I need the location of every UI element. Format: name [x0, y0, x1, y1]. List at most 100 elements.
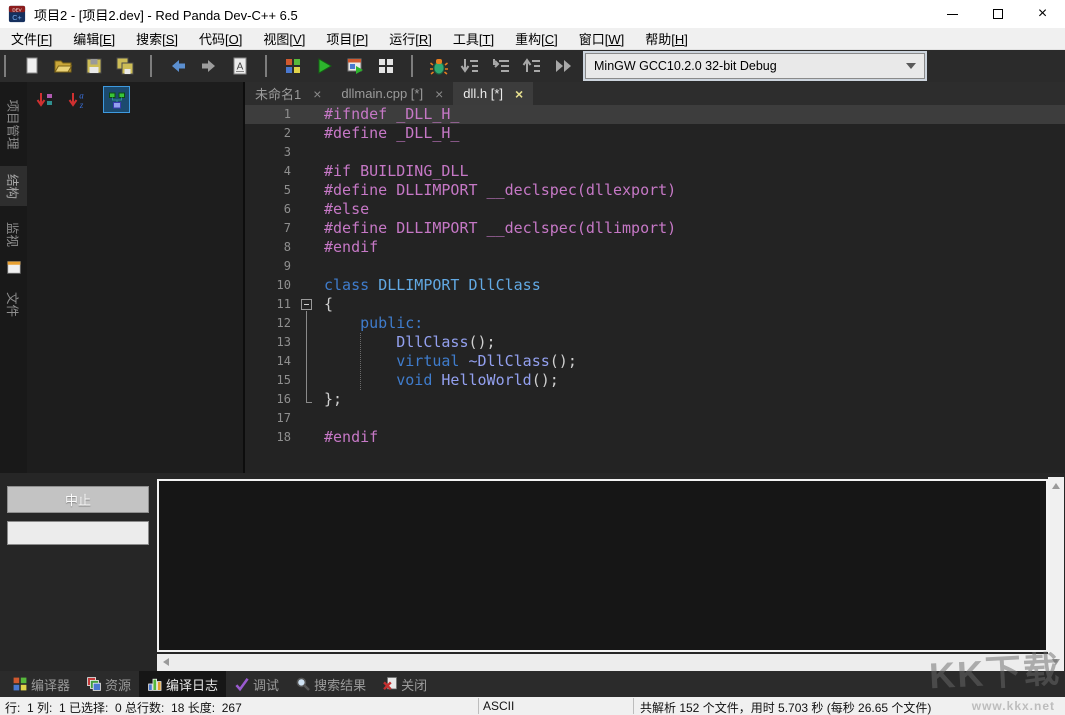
code-area[interactable]: 1#ifndef _DLL_H_2#define _DLL_H_34#if BU…	[245, 105, 1065, 473]
tab-close-icon[interactable]: ×	[435, 86, 443, 102]
sidebar-tab-watch[interactable]: 监视	[0, 214, 27, 254]
fold-gutter	[297, 428, 317, 447]
line-number: 3	[245, 143, 297, 162]
code-line[interactable]: 18#endif	[245, 428, 1065, 447]
code-line[interactable]: 3	[245, 143, 1065, 162]
maximize-button[interactable]	[975, 0, 1020, 28]
save-button[interactable]	[80, 53, 107, 80]
back-button[interactable]	[164, 53, 191, 80]
step-out-button[interactable]	[518, 53, 545, 80]
menu-item-s[interactable]: 搜索[S]	[129, 27, 185, 50]
code-line[interactable]: 8#endif	[245, 238, 1065, 257]
scroll-down-icon[interactable]	[1052, 659, 1060, 665]
editor-tab-untitled1[interactable]: 未命名1×	[245, 82, 331, 105]
minimize-button[interactable]	[930, 0, 975, 28]
continue-button[interactable]	[549, 53, 576, 80]
menu-item-p[interactable]: 项目[P]	[319, 27, 375, 50]
code-line[interactable]: 4#if BUILDING_DLL	[245, 162, 1065, 181]
line-number: 4	[245, 162, 297, 181]
forward-button[interactable]	[195, 53, 222, 80]
step-into-icon	[491, 56, 511, 76]
code-line[interactable]: 13 DllClass();	[245, 333, 1065, 352]
code-line[interactable]: 7#define DLLIMPORT __declspec(dllimport)	[245, 219, 1065, 238]
menu-item-c[interactable]: 重构[C]	[508, 27, 565, 50]
debug-button[interactable]	[425, 53, 452, 80]
step-into-button[interactable]	[487, 53, 514, 80]
compile-icon	[283, 56, 303, 76]
menu-item-w[interactable]: 窗口[W]	[572, 27, 632, 50]
code-line[interactable]: 16};	[245, 390, 1065, 409]
toolbar-group	[261, 50, 407, 82]
bottom-tab-label: 调试	[253, 675, 279, 694]
tab-close-icon[interactable]: ×	[515, 86, 523, 102]
bottom-tabstrip: 编译器资源编译日志 调试搜索结果关闭	[0, 671, 1065, 697]
code-line[interactable]: 15 void HelloWorld();	[245, 371, 1065, 390]
editor-tab-dll-h[interactable]: dll.h [*]×	[453, 82, 533, 105]
encoding-status: ASCII	[483, 699, 514, 713]
code-line[interactable]: 12 public:	[245, 314, 1065, 333]
sidebar-tab-project[interactable]: 项目管理	[0, 90, 27, 158]
editor-tab-dllmain-cpp[interactable]: dllmain.cpp [*] ×	[331, 82, 453, 105]
menu-item-h[interactable]: 帮助[H]	[638, 27, 695, 50]
sort-by-type-button[interactable]	[31, 86, 58, 113]
compile-run-button[interactable]	[341, 53, 368, 80]
find-in-files-button[interactable]: A	[226, 53, 253, 80]
log-horizontal-scrollbar[interactable]	[157, 654, 1048, 671]
code-line[interactable]: 11{	[245, 295, 1065, 314]
sort-alphabetical-button[interactable]: az	[63, 86, 90, 113]
watermark-url: www.kkx.net	[972, 699, 1055, 713]
svg-text:a: a	[79, 90, 84, 100]
menu-item-e[interactable]: 编辑[E]	[66, 27, 122, 50]
fold-gutter	[297, 257, 317, 276]
compile-log-input[interactable]	[7, 521, 149, 545]
menu-item-f[interactable]: 文件[F]	[4, 27, 59, 50]
close-button[interactable]: ×	[1020, 0, 1065, 28]
code-line[interactable]: 17	[245, 409, 1065, 428]
sidebar-tab-files[interactable]: 文件	[0, 284, 27, 324]
code-line[interactable]: 9	[245, 257, 1065, 276]
show-inherited-button[interactable]	[103, 86, 130, 113]
line-number: 1	[245, 105, 297, 124]
sidebar-tab-label: 文件	[4, 291, 23, 316]
fold-gutter	[297, 314, 317, 333]
fold-gutter	[297, 219, 317, 238]
menu-item-r[interactable]: 运行[R]	[382, 27, 439, 50]
bottom-tab-resources[interactable]: 资源	[78, 671, 139, 697]
abort-button[interactable]: 中止	[7, 486, 149, 513]
bottom-tab-search-results[interactable]: 搜索结果	[287, 671, 374, 697]
bottom-tab-compiler[interactable]: 编译器	[4, 671, 78, 697]
compiler-select[interactable]: MinGW GCC10.2.0 32-bit Debug	[585, 53, 925, 79]
code-line[interactable]: 6#else	[245, 200, 1065, 219]
sidebar-tab-structure[interactable]: 结构	[0, 166, 27, 206]
code-line[interactable]: 2#define _DLL_H_	[245, 124, 1065, 143]
code-line[interactable]: 10class DLLIMPORT DllClass	[245, 276, 1065, 295]
find-in-files-icon: A	[230, 56, 250, 76]
open-file-button[interactable]	[49, 53, 76, 80]
menu-item-t[interactable]: 工具[T]	[446, 27, 501, 50]
bottom-tab-close[interactable]: 关闭	[374, 671, 435, 697]
fold-gutter[interactable]	[297, 295, 317, 314]
code-line[interactable]: 14 virtual ~DllClass();	[245, 352, 1065, 371]
code-line[interactable]: 1#ifndef _DLL_H_	[245, 105, 1065, 124]
step-over-button[interactable]	[456, 53, 483, 80]
resource-icon	[86, 676, 102, 692]
new-file-button[interactable]	[18, 53, 45, 80]
compile-button[interactable]	[279, 53, 306, 80]
editor-tab-label: dllmain.cpp [*]	[341, 86, 423, 101]
compile-log-output[interactable]	[157, 479, 1048, 652]
scroll-left-icon[interactable]	[163, 658, 169, 666]
menu-item-o[interactable]: 代码[O]	[192, 27, 249, 50]
code-line[interactable]: 5#define DLLIMPORT __declspec(dllexport)	[245, 181, 1065, 200]
code-text: void HelloWorld();	[317, 371, 559, 390]
tab-close-icon[interactable]: ×	[313, 86, 321, 102]
rebuild-all-button[interactable]	[372, 53, 399, 80]
save-all-button[interactable]	[111, 53, 138, 80]
scroll-up-icon[interactable]	[1052, 483, 1060, 489]
structure-panel: az	[27, 82, 245, 473]
bottom-tab-compile-log[interactable]: 编译日志	[139, 671, 226, 697]
log-vertical-scrollbar[interactable]	[1048, 477, 1064, 671]
bottom-tab-debug[interactable]: 调试	[226, 671, 287, 697]
fold-gutter	[297, 409, 317, 428]
run-button[interactable]	[310, 53, 337, 80]
menu-item-v[interactable]: 视图[V]	[256, 27, 312, 50]
